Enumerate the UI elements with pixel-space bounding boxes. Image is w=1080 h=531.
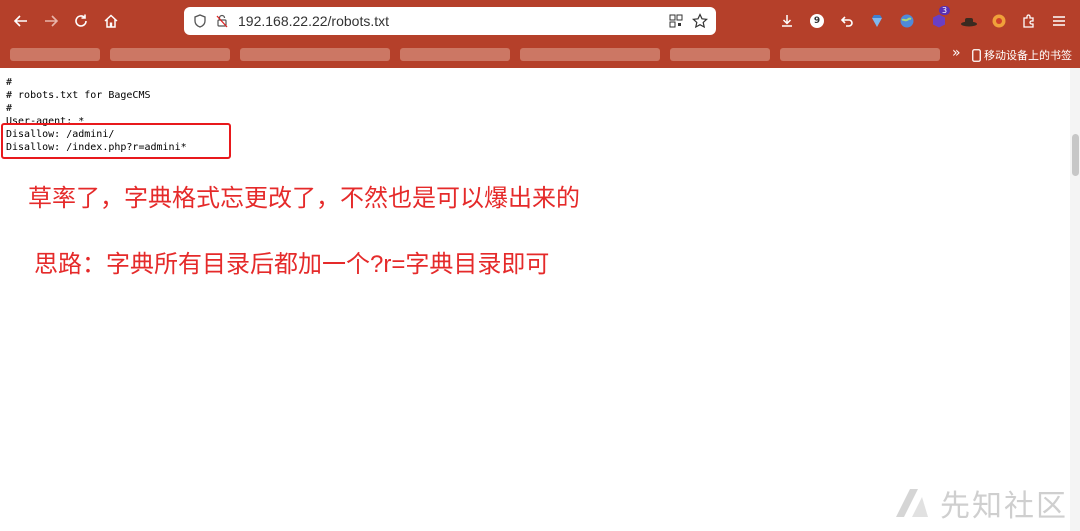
home-button[interactable]	[98, 8, 124, 34]
shield-icon[interactable]	[192, 13, 208, 29]
mobile-bookmarks[interactable]: 移动设备上的书签	[972, 47, 1072, 63]
back-arrow-icon	[13, 15, 27, 27]
watermark: 先知社区	[892, 481, 1068, 525]
annotation-note-1: 草率了，字典格式忘更改了，不然也是可以爆出来的	[28, 185, 580, 212]
hat-extension-icon[interactable]	[960, 12, 978, 30]
bookmark-item[interactable]	[670, 48, 770, 61]
bookmark-item[interactable]	[240, 48, 390, 61]
bookmark-item[interactable]	[400, 48, 510, 61]
page-content: # # robots.txt for BageCMS # User-agent:…	[0, 68, 1080, 531]
robots-line: # robots.txt for BageCMS	[6, 90, 151, 101]
bookmark-item[interactable]	[780, 48, 940, 61]
watermark-logo-icon	[896, 489, 928, 517]
bookmarks-overflow-button[interactable]: »	[952, 45, 961, 61]
forward-arrow-icon	[45, 15, 59, 27]
notification-badge[interactable]: 9	[808, 12, 826, 30]
fox-extension-icon[interactable]	[990, 12, 1008, 30]
undo-icon[interactable]	[838, 12, 856, 30]
bookmarks-bar: » 移动设备上的书签	[0, 42, 1080, 68]
globe-extension-icon[interactable]	[898, 12, 916, 30]
browser-chrome: 192.168.22.22/robots.txt 9 3 » 移动设备上的书签	[0, 0, 1080, 68]
watermark-text: 先知社区	[940, 489, 1068, 524]
extensions-puzzle-icon[interactable]	[1020, 12, 1038, 30]
notification-count: 9	[813, 16, 821, 26]
menu-icon[interactable]	[1050, 12, 1068, 30]
disallow-highlight-box	[1, 123, 231, 159]
scrollbar-thumb[interactable]	[1072, 134, 1079, 176]
robots-line: #	[6, 103, 13, 114]
forward-button[interactable]	[38, 8, 64, 34]
reload-icon	[75, 14, 87, 27]
mobile-device-icon	[972, 48, 981, 62]
home-icon	[104, 14, 118, 28]
robots-line: #	[6, 77, 13, 88]
url-text[interactable]: 192.168.22.22/robots.txt	[238, 13, 389, 29]
back-button[interactable]	[8, 8, 34, 34]
vertical-scrollbar[interactable]	[1070, 68, 1080, 531]
bookmark-item[interactable]	[110, 48, 230, 61]
cube-extension-icon[interactable]: 3	[930, 6, 951, 30]
browser-toolbar: 192.168.22.22/robots.txt 9 3	[0, 0, 1080, 42]
annotation-note-2: 思路：字典所有目录后都加一个?r=字典目录即可	[34, 251, 550, 278]
diamond-extension-icon[interactable]	[868, 12, 886, 30]
bookmark-item[interactable]	[520, 48, 660, 61]
address-bar[interactable]: 192.168.22.22/robots.txt	[184, 7, 716, 35]
bookmark-item[interactable]	[10, 48, 100, 61]
reload-button[interactable]	[68, 8, 94, 34]
bookmark-star-icon[interactable]	[692, 13, 708, 29]
extension-badge: 3	[939, 6, 951, 15]
download-icon[interactable]	[778, 12, 796, 30]
insecure-lock-icon[interactable]	[214, 13, 230, 29]
mobile-bookmarks-label: 移动设备上的书签	[984, 50, 1072, 62]
qr-code-icon[interactable]	[668, 13, 684, 29]
